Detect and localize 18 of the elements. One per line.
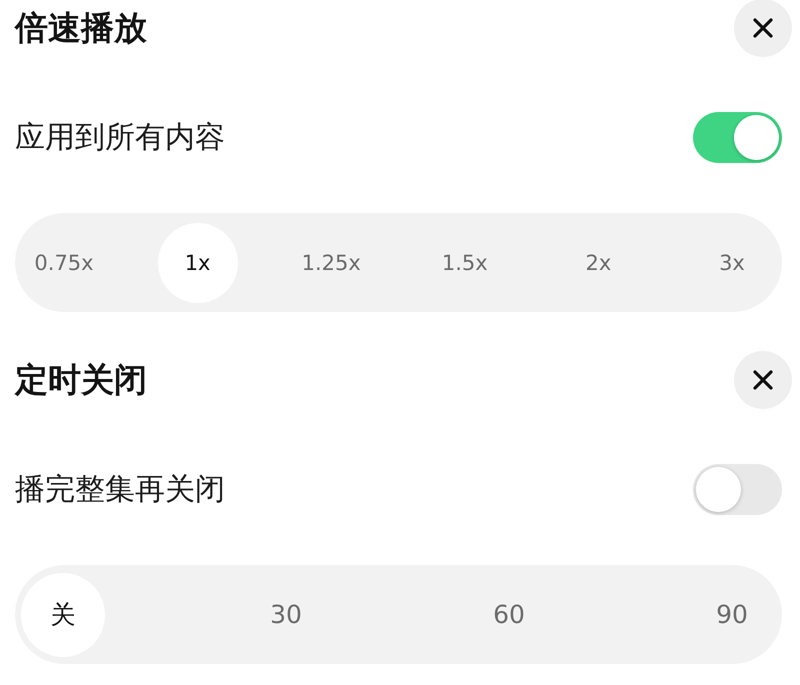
option-label: 应用到所有内容: [15, 120, 225, 156]
segment-option[interactable]: 30: [244, 572, 328, 656]
segment-option[interactable]: 1.5x: [424, 222, 505, 302]
close-icon: [753, 18, 773, 38]
close-icon: [753, 370, 773, 390]
segment-option[interactable]: 3x: [692, 222, 772, 302]
segment-option[interactable]: 90: [690, 572, 774, 656]
segment-option[interactable]: 60: [467, 572, 551, 656]
segment-option[interactable]: 关: [21, 572, 105, 656]
option-label: 播完整集再关闭: [15, 472, 225, 508]
toggle-switch[interactable]: [693, 112, 782, 163]
segment-option[interactable]: 1x: [158, 222, 238, 302]
segment-option[interactable]: 0.75x: [24, 222, 104, 302]
section-title: 定时关闭: [15, 360, 147, 400]
section-title: 倍速播放: [15, 8, 147, 48]
segment-option[interactable]: 2x: [558, 222, 638, 302]
toggle-switch[interactable]: [693, 464, 782, 515]
segment-option[interactable]: 1.25x: [291, 222, 372, 302]
